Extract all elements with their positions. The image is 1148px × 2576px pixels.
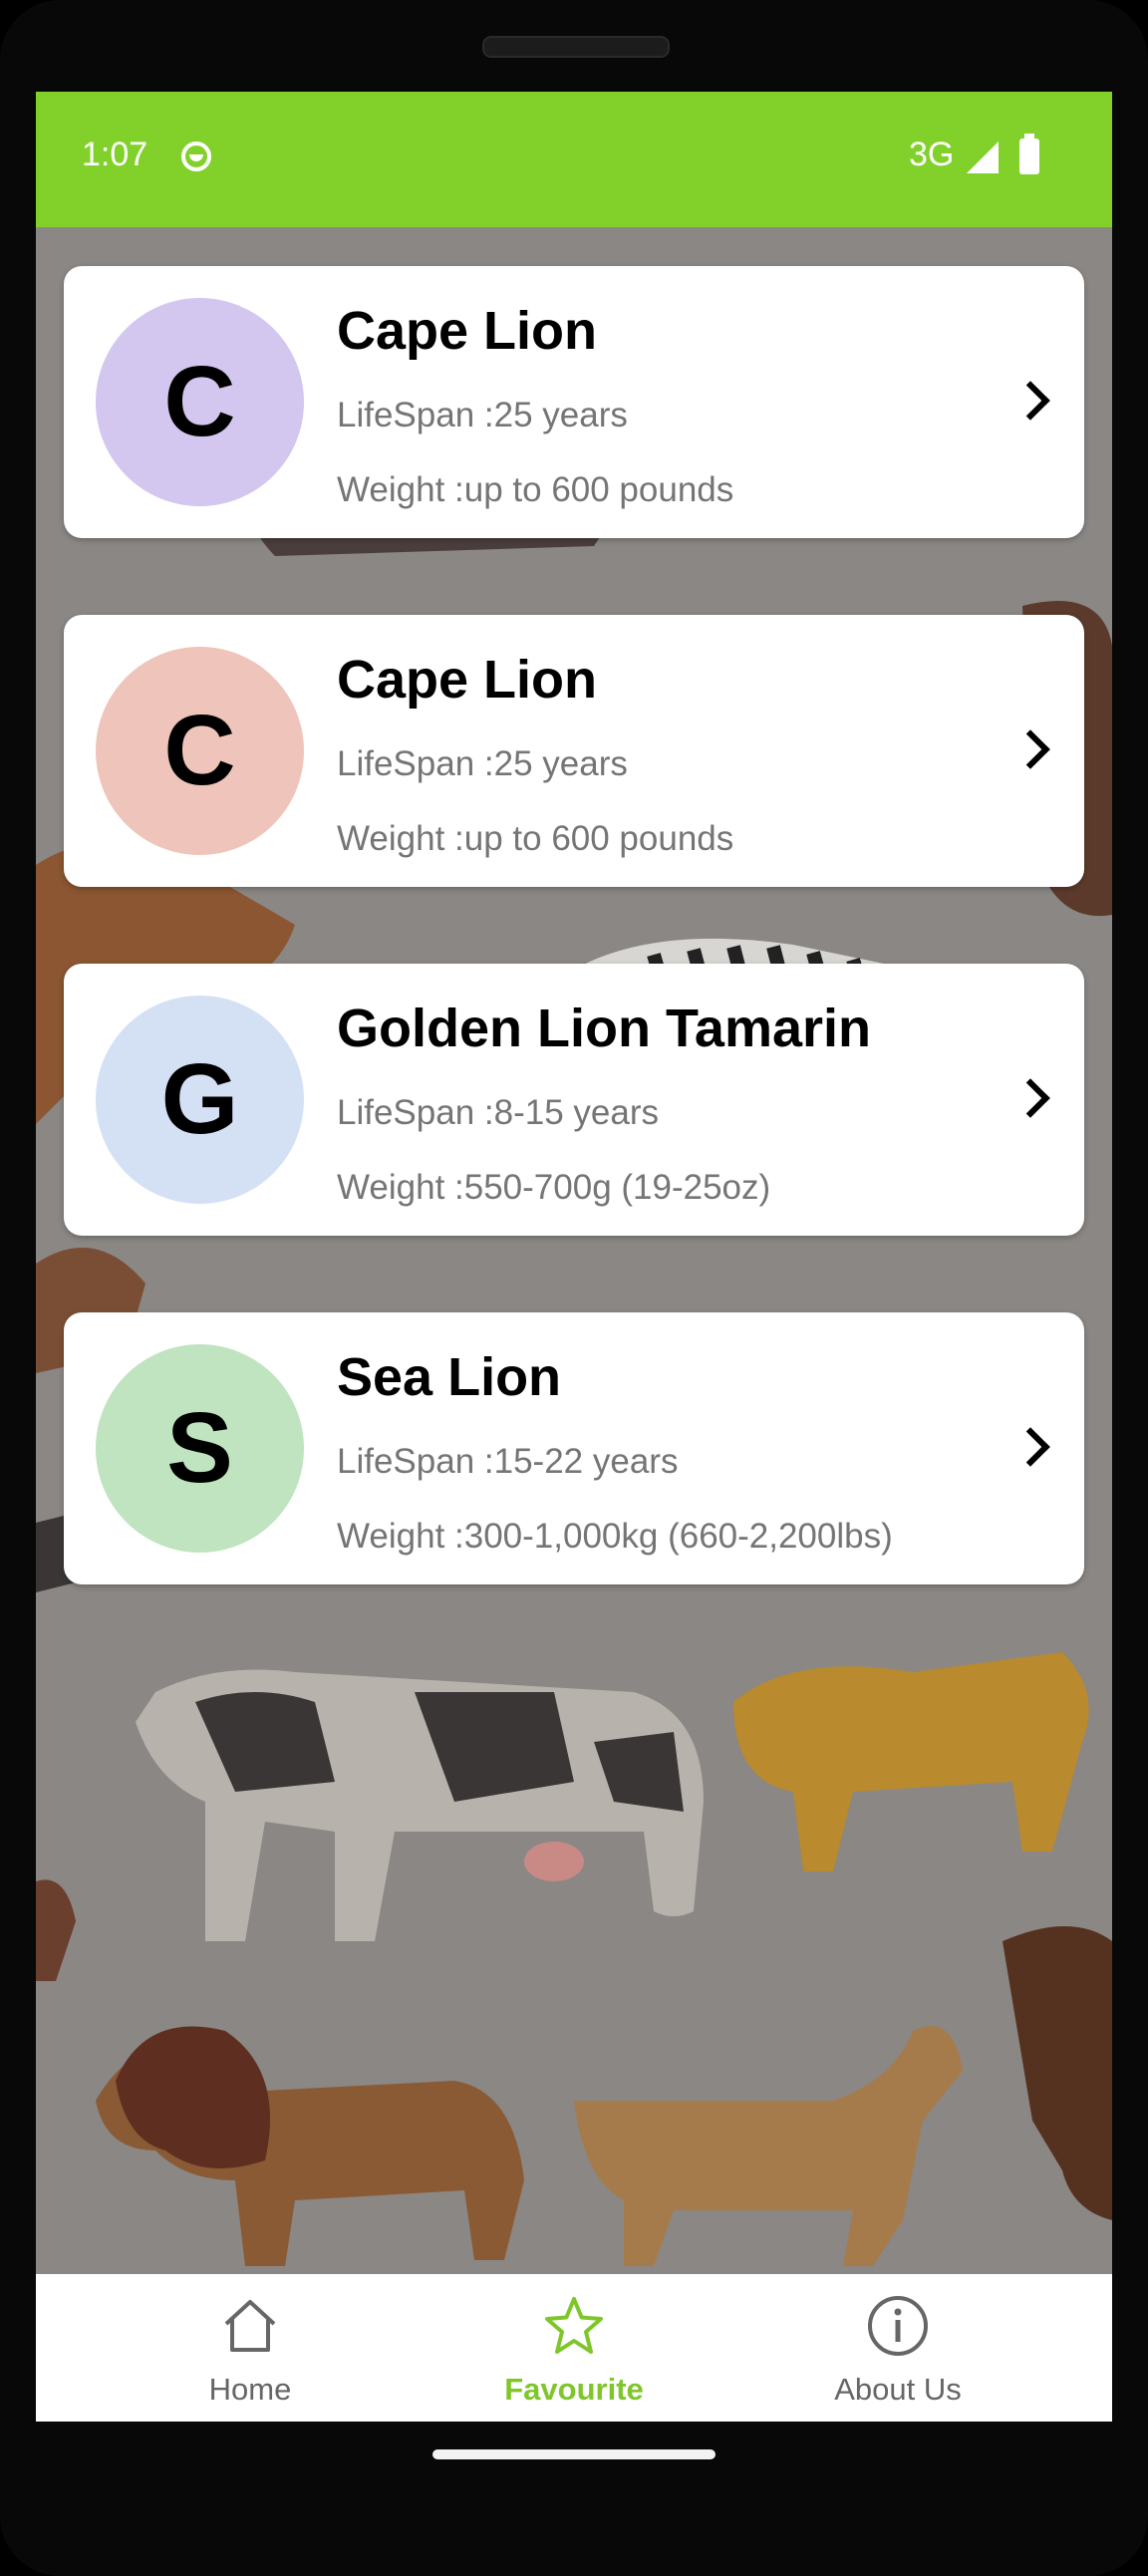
battery-icon — [1019, 134, 1039, 174]
animal-weight: Weight :550-700g (19-25oz) — [337, 1168, 771, 1207]
star-icon — [545, 2297, 603, 2354]
gesture-home-bar[interactable] — [432, 2449, 716, 2459]
notification-face-icon — [181, 142, 211, 171]
animal-lifespan: LifeSpan :8-15 years — [337, 1093, 659, 1132]
animal-weight: Weight :300-1,000kg (660-2,200lbs) — [337, 1517, 893, 1556]
animal-card[interactable]: C Cape Lion LifeSpan :25 years Weight :u… — [64, 266, 1084, 538]
animal-lifespan: LifeSpan :25 years — [337, 396, 628, 434]
info-icon — [868, 2296, 928, 2356]
animal-avatar: S — [96, 1344, 304, 1553]
status-time: 1:07 — [82, 136, 148, 173]
chevron-right-icon[interactable] — [1010, 1078, 1050, 1118]
nav-favourite[interactable]: Favourite — [425, 2274, 723, 2422]
animal-card[interactable]: C Cape Lion LifeSpan :25 years Weight :u… — [64, 615, 1084, 887]
animal-card[interactable]: G Golden Lion Tamarin LifeSpan :8-15 yea… — [64, 964, 1084, 1236]
animal-weight: Weight :up to 600 pounds — [337, 470, 734, 509]
chevron-right-icon[interactable] — [1010, 381, 1050, 421]
app-screen: 1:07 3G C Cape Lion LifeSpan :25 years W… — [36, 92, 1112, 2422]
nav-favourite-label: Favourite — [504, 2372, 644, 2407]
nav-home[interactable]: Home — [101, 2274, 400, 2422]
animal-avatar: C — [96, 298, 304, 506]
animal-card[interactable]: S Sea Lion LifeSpan :15-22 years Weight … — [64, 1312, 1084, 1584]
network-type: 3G — [909, 136, 955, 173]
nav-about[interactable]: About Us — [748, 2274, 1047, 2422]
home-icon — [224, 2300, 276, 2352]
animal-weight: Weight :up to 600 pounds — [337, 819, 734, 858]
chevron-right-icon[interactable] — [1010, 1427, 1050, 1467]
animal-avatar: C — [96, 647, 304, 855]
animal-name: Cape Lion — [337, 650, 598, 710]
animal-name: Cape Lion — [337, 301, 598, 361]
speaker-grille — [482, 36, 670, 58]
phone-frame: 1:07 3G C Cape Lion LifeSpan :25 years W… — [0, 0, 1148, 2576]
nav-about-label: About Us — [834, 2372, 962, 2407]
animal-name: Golden Lion Tamarin — [337, 999, 872, 1058]
signal-icon — [967, 142, 999, 173]
status-bar: 1:07 3G — [36, 92, 1112, 227]
animal-name: Sea Lion — [337, 1347, 562, 1407]
nav-home-label: Home — [208, 2372, 292, 2407]
chevron-right-icon[interactable] — [1010, 729, 1050, 769]
animal-lifespan: LifeSpan :25 years — [337, 744, 628, 783]
animal-avatar: G — [96, 996, 304, 1204]
animal-lifespan: LifeSpan :15-22 years — [337, 1442, 679, 1481]
bottom-navigation: Home Favourite About Us — [36, 2274, 1112, 2422]
